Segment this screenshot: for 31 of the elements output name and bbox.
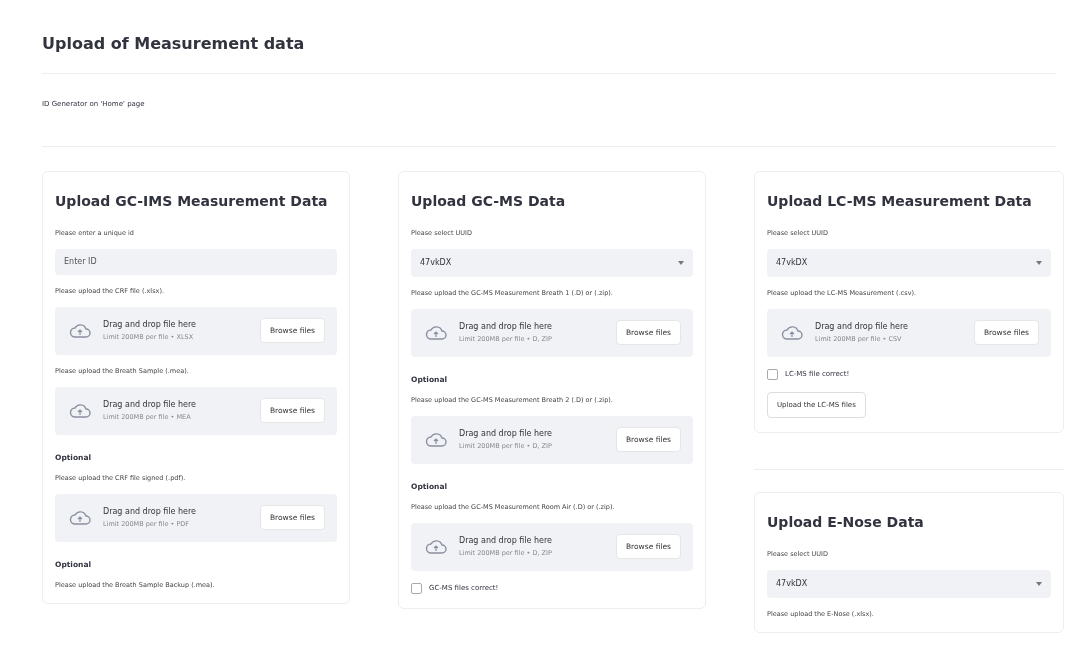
cloud-upload-icon: [425, 538, 447, 555]
card-title: Upload GC-IMS Measurement Data: [55, 192, 329, 211]
page-title: Upload of Measurement data: [42, 34, 306, 53]
uuid-select[interactable]: 47vkDX: [767, 248, 1051, 277]
caret-icon: [678, 260, 684, 265]
dropzone-text: Drag and drop file here: [815, 322, 910, 332]
caret-icon: [1036, 260, 1042, 265]
checkbox[interactable]: [767, 368, 778, 380]
dropzone-text: Drag and drop file here: [459, 536, 554, 546]
cloud-upload-icon: [425, 431, 447, 448]
card-title: Upload LC-MS Measurement Data: [767, 192, 1033, 211]
uuid-select[interactable]: 47vkDX: [767, 569, 1051, 598]
select-value: 47vkDX: [420, 258, 452, 268]
dropzone-text: Drag and drop file here: [103, 400, 198, 410]
card-title: Upload GC-MS Data: [411, 192, 567, 211]
dropzone-text: Drag and drop file here: [459, 429, 554, 439]
checkbox[interactable]: [411, 582, 422, 594]
select-value: 47vkDX: [776, 579, 808, 589]
dropzone-text: Drag and drop file here: [103, 320, 198, 330]
cloud-upload-icon: [69, 509, 91, 526]
select-value: 47vkDX: [776, 258, 808, 268]
cloud-upload-icon: [781, 324, 803, 341]
uuid-select[interactable]: 47vkDX: [411, 248, 693, 277]
dropzone-text: Drag and drop file here: [459, 322, 554, 332]
caret-icon: [1036, 581, 1042, 586]
cloud-upload-icon: [69, 402, 91, 419]
dropzone-text: Drag and drop file here: [103, 507, 198, 517]
id-input-field[interactable]: Enter ID: [55, 248, 337, 275]
cloud-upload-icon: [425, 324, 447, 341]
card-title: Upload E-Nose Data: [767, 512, 925, 532]
cloud-upload-icon: [69, 322, 91, 339]
